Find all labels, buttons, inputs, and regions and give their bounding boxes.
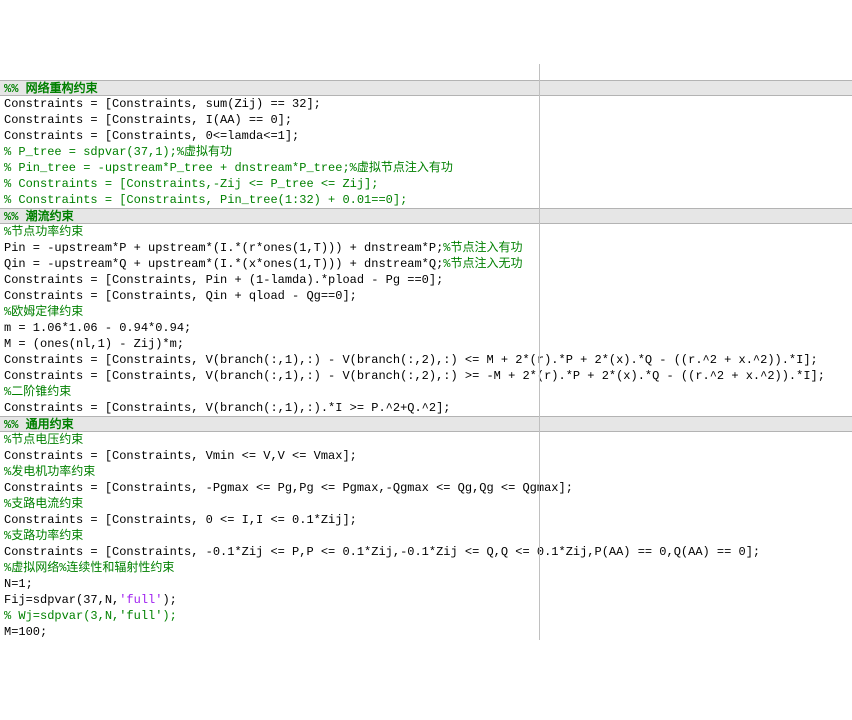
section-title: %% 通用约束: [4, 418, 74, 432]
code-line[interactable]: M = (ones(nl,1) - Zij)*m;: [0, 336, 852, 352]
code-text: Constraints = [Constraints, -0.1*Zij <= …: [4, 545, 760, 559]
code-line[interactable]: Constraints = [Constraints, Pin + (1-lam…: [0, 272, 852, 288]
comment-text: % P_tree = sdpvar(37,1);%虚拟有功: [4, 145, 232, 159]
comment-text: %节点注入有功: [443, 241, 522, 255]
section-title: %% 网络重构约束: [4, 82, 98, 96]
code-text: Constraints = [Constraints, Pin + (1-lam…: [4, 273, 443, 287]
code-text: Constraints = [Constraints, I(AA) == 0];: [4, 113, 292, 127]
code-line[interactable]: %二阶锥约束: [0, 384, 852, 400]
comment-text: %欧姆定律约束: [4, 305, 83, 319]
section-header[interactable]: %% 潮流约束: [0, 208, 852, 224]
code-text: Constraints = [Constraints, Qin + qload …: [4, 289, 357, 303]
comment-text: % Constraints = [Constraints, Pin_tree(1…: [4, 193, 407, 207]
comment-text: %发电机功率约束: [4, 465, 95, 479]
code-line[interactable]: Constraints = [Constraints, I(AA) == 0];: [0, 112, 852, 128]
code-line[interactable]: Constraints = [Constraints, 0 <= I,I <= …: [0, 512, 852, 528]
code-line[interactable]: Fij=sdpvar(37,N,'full');: [0, 592, 852, 608]
comment-text: %节点功率约束: [4, 225, 83, 239]
comment-text: %支路电流约束: [4, 497, 83, 511]
code-text: Qin = -upstream*Q + upstream*(I.*(x*ones…: [4, 257, 443, 271]
code-line[interactable]: %支路功率约束: [0, 528, 852, 544]
code-line[interactable]: Constraints = [Constraints, V(branch(:,1…: [0, 400, 852, 416]
code-line[interactable]: %节点电压约束: [0, 432, 852, 448]
code-text: Constraints = [Constraints, -Pgmax <= Pg…: [4, 481, 573, 495]
code-editor[interactable]: %% 网络重构约束Constraints = [Constraints, sum…: [0, 64, 852, 640]
comment-text: % Wj=sdpvar(3,N,'full');: [4, 609, 177, 623]
comment-text: % Constraints = [Constraints,-Zij <= P_t…: [4, 177, 378, 191]
code-line[interactable]: %欧姆定律约束: [0, 304, 852, 320]
code-line[interactable]: Constraints = [Constraints, V(branch(:,1…: [0, 368, 852, 384]
code-text: M = (ones(nl,1) - Zij)*m;: [4, 337, 184, 351]
section-header[interactable]: %% 通用约束: [0, 416, 852, 432]
code-line[interactable]: m = 1.06*1.06 - 0.94*0.94;: [0, 320, 852, 336]
section-header[interactable]: %% 网络重构约束: [0, 80, 852, 96]
code-text: N=1;: [4, 577, 33, 591]
code-line[interactable]: Pin = -upstream*P + upstream*(I.*(r*ones…: [0, 240, 852, 256]
code-text: Constraints = [Constraints, V(branch(:,1…: [4, 401, 450, 415]
comment-text: %二阶锥约束: [4, 385, 71, 399]
code-line[interactable]: % P_tree = sdpvar(37,1);%虚拟有功: [0, 144, 852, 160]
comment-text: %节点注入无功: [443, 257, 522, 271]
code-text: m = 1.06*1.06 - 0.94*0.94;: [4, 321, 191, 335]
code-line[interactable]: % Pin_tree = -upstream*P_tree + dnstream…: [0, 160, 852, 176]
code-line[interactable]: Constraints = [Constraints, -Pgmax <= Pg…: [0, 480, 852, 496]
code-text: Fij=sdpvar(37,N,: [4, 593, 119, 607]
code-line[interactable]: % Constraints = [Constraints, Pin_tree(1…: [0, 192, 852, 208]
code-text: Constraints = [Constraints, 0 <= I,I <= …: [4, 513, 357, 527]
code-text: Constraints = [Constraints, sum(Zij) == …: [4, 97, 321, 111]
code-line[interactable]: %支路电流约束: [0, 496, 852, 512]
code-line[interactable]: Constraints = [Constraints, -0.1*Zij <= …: [0, 544, 852, 560]
code-text: M=100;: [4, 625, 47, 639]
code-text: Constraints = [Constraints, V(branch(:,1…: [4, 369, 825, 383]
code-line[interactable]: Constraints = [Constraints, Qin + qload …: [0, 288, 852, 304]
code-line[interactable]: Constraints = [Constraints, sum(Zij) == …: [0, 96, 852, 112]
code-line[interactable]: Constraints = [Constraints, Vmin <= V,V …: [0, 448, 852, 464]
comment-text: %节点电压约束: [4, 433, 83, 447]
code-line[interactable]: % Constraints = [Constraints,-Zij <= P_t…: [0, 176, 852, 192]
editor-guide: [539, 64, 540, 640]
code-line[interactable]: Constraints = [Constraints, V(branch(:,1…: [0, 352, 852, 368]
code-line[interactable]: M=100;: [0, 624, 852, 640]
string-literal: 'full': [119, 593, 162, 607]
code-text: Pin = -upstream*P + upstream*(I.*(r*ones…: [4, 241, 443, 255]
comment-text: %支路功率约束: [4, 529, 83, 543]
comment-text: %虚拟网络%连续性和辐射性约束: [4, 561, 174, 575]
code-text: Constraints = [Constraints, Vmin <= V,V …: [4, 449, 357, 463]
code-text: Constraints = [Constraints, 0<=lamda<=1]…: [4, 129, 299, 143]
code-line[interactable]: N=1;: [0, 576, 852, 592]
code-line[interactable]: %发电机功率约束: [0, 464, 852, 480]
section-title: %% 潮流约束: [4, 210, 74, 224]
code-text: Constraints = [Constraints, V(branch(:,1…: [4, 353, 818, 367]
code-text: );: [162, 593, 176, 607]
comment-text: % Pin_tree = -upstream*P_tree + dnstream…: [4, 161, 453, 175]
code-line[interactable]: Qin = -upstream*Q + upstream*(I.*(x*ones…: [0, 256, 852, 272]
code-line[interactable]: % Wj=sdpvar(3,N,'full');: [0, 608, 852, 624]
code-line[interactable]: %虚拟网络%连续性和辐射性约束: [0, 560, 852, 576]
code-line[interactable]: %节点功率约束: [0, 224, 852, 240]
code-line[interactable]: Constraints = [Constraints, 0<=lamda<=1]…: [0, 128, 852, 144]
